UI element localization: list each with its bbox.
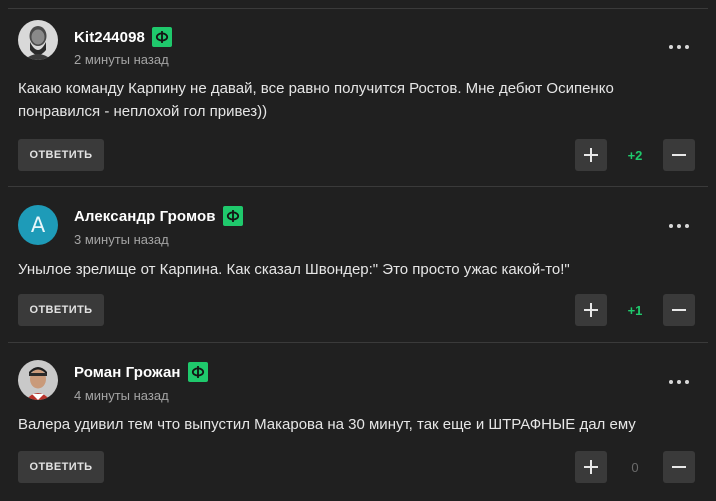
upvote-button[interactable] xyxy=(575,451,607,483)
author-row: Роман Грожан xyxy=(74,362,208,382)
more-dots-icon[interactable] xyxy=(669,44,689,50)
avatar[interactable]: А xyxy=(18,205,58,245)
author-row: Александр Громов xyxy=(74,206,243,226)
minus-icon xyxy=(672,466,686,468)
comment-timestamp: 2 минуты назад xyxy=(74,52,169,67)
author-name[interactable]: Александр Громов xyxy=(74,208,216,225)
vote-score: 0 xyxy=(631,460,639,475)
downvote-button[interactable] xyxy=(663,294,695,326)
comment-item: Kit244098 2 минуты назад Какаю команду К… xyxy=(0,0,716,171)
author-name[interactable]: Kit244098 xyxy=(74,29,145,46)
plus-icon xyxy=(584,460,598,474)
plus-icon xyxy=(584,303,598,317)
comment-divider xyxy=(8,342,708,343)
comment-item: А Александр Громов 3 минуты назад Унылое… xyxy=(0,186,716,341)
downvote-button[interactable] xyxy=(663,139,695,171)
fonbet-badge-icon xyxy=(151,27,172,47)
minus-icon xyxy=(672,154,686,156)
minus-icon xyxy=(672,309,686,311)
comment-divider xyxy=(8,8,708,9)
comment-text: Унылое зрелище от Карпина. Как сказал Шв… xyxy=(18,261,570,278)
downvote-button[interactable] xyxy=(663,451,695,483)
upvote-button[interactable] xyxy=(575,139,607,171)
author-row: Kit244098 xyxy=(74,27,172,47)
reply-button[interactable]: ОТВЕТИТЬ xyxy=(18,294,104,326)
comment-text: Какаю команду Карпину не давай, все равн… xyxy=(18,80,614,120)
plus-icon xyxy=(584,148,598,162)
reply-button[interactable]: ОТВЕТИТЬ xyxy=(18,451,104,483)
vote-score: +1 xyxy=(627,303,643,318)
avatar-photo-icon xyxy=(18,20,58,60)
comment-timestamp: 3 минуты назад xyxy=(74,232,169,247)
fonbet-badge-icon xyxy=(187,362,208,382)
comment-text: Валера удивил тем что выпустил Макарова … xyxy=(18,416,636,433)
avatar[interactable] xyxy=(18,20,58,60)
more-dots-icon[interactable] xyxy=(669,223,689,229)
comment-divider xyxy=(8,186,708,187)
comment-item: Роман Грожан 4 минуты назад Валера удиви… xyxy=(0,342,716,497)
more-dots-icon[interactable] xyxy=(669,379,689,385)
reply-button[interactable]: ОТВЕТИТЬ xyxy=(18,139,104,171)
vote-score: +2 xyxy=(627,148,643,163)
comment-timestamp: 4 минуты назад xyxy=(74,388,169,403)
fonbet-badge-icon xyxy=(222,206,243,226)
upvote-button[interactable] xyxy=(575,294,607,326)
avatar-photo-icon xyxy=(18,360,58,400)
avatar[interactable] xyxy=(18,360,58,400)
author-name[interactable]: Роман Грожан xyxy=(74,364,181,381)
